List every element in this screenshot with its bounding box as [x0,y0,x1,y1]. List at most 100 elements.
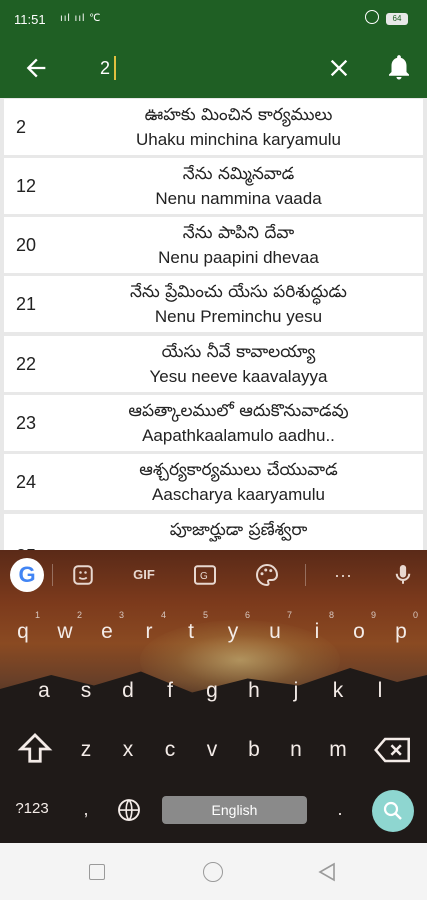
nav-back-icon[interactable] [318,862,336,882]
search-input[interactable] [100,53,300,83]
key-m[interactable]: m [317,726,359,774]
song-title-telugu: ఊహకు మించిన కార్యములు [144,105,333,125]
list-item[interactable]: 20 నేను పాపిని దేవా Nenu paapini dhevaa [4,217,423,273]
song-title-english: Nenu Preminchu yesu [154,307,323,326]
comma-key[interactable]: , [68,785,104,833]
list-item[interactable]: 22 యేసు నీవే కావాలయ్యా Yesu neeve kaaval… [4,336,423,392]
list-item[interactable]: 23 ఆపత్కాలములో ఆదుకొనువాడవు Aapathkaalam… [4,395,423,451]
key-q[interactable]: q1 [2,608,44,656]
key-label: w [57,620,73,643]
soft-keyboard: G GIF G ··· q1 w2 e 3 r 4 t 5 y 6 u 7 i … [0,550,427,843]
key-n[interactable]: n [275,726,317,774]
translate-icon[interactable]: G [190,560,220,590]
palette-icon[interactable] [252,560,282,590]
key-label: o [353,620,365,643]
keyboard-toolbar: G GIF G ··· [0,550,427,600]
key-r[interactable]: r4 [128,608,170,656]
key-p[interactable]: p0 [380,608,422,656]
key-hint: 7 [286,610,292,620]
google-logo-icon[interactable]: G [10,558,44,592]
symbols-key[interactable]: ?123 [4,785,60,833]
key-s[interactable]: s [65,667,107,715]
key-j[interactable]: j [275,667,317,715]
song-title-telugu: యేసు నీవే కావాలయ్యా [161,342,316,362]
key-i[interactable]: i8 [296,608,338,656]
gif-button[interactable]: GIF [124,560,164,590]
song-title-telugu: నేను పాపిని దేవా [182,223,295,243]
keyboard-search-button[interactable] [372,790,414,832]
shift-icon[interactable] [14,728,56,770]
status-time: 11:51 [14,12,46,27]
key-label: p [395,620,407,643]
system-nav-bar [0,843,427,900]
list-item[interactable]: 2 ఊహకు మించిన కార్యములు Uhaku minchina k… [4,99,423,155]
app-bar [0,40,427,98]
song-title-telugu: నేను ప్రేమించు యేసు పరిశుద్ధుడు [130,282,347,302]
globe-icon[interactable] [114,795,144,825]
list-item[interactable]: 24 ఆశ్చర్యకార్యములు చేయువాడ Aascharya ka… [4,454,423,510]
song-title-telugu: నేను నమ్మినవాడ [182,164,295,184]
key-b[interactable]: b [233,726,275,774]
song-title-english: Aascharya kaaryamulu [152,485,325,504]
key-hint: 4 [160,610,166,620]
toolbar-divider [52,564,53,586]
song-number: 24 [16,472,37,492]
key-c[interactable]: c [149,726,191,774]
song-title-english: Aapathkaalamulo aadhu.. [142,426,335,445]
text-cursor [114,56,116,80]
clear-icon[interactable] [325,54,353,82]
signal-icon: ııl ııl ℃ [60,13,102,24]
key-label: r [145,620,153,643]
period-key[interactable]: . [322,785,358,833]
more-options-button[interactable]: ··· [328,560,358,590]
recents-icon[interactable] [89,864,105,880]
key-f[interactable]: f [149,667,191,715]
key-hint: 9 [370,610,376,620]
key-label: e [101,620,113,643]
backspace-icon[interactable] [371,730,415,770]
list-item[interactable]: 21 నేను ప్రేమించు యేసు పరిశుద్ధుడు Nenu … [4,276,423,332]
alarm-icon [365,10,379,24]
space-bar[interactable]: English [162,796,307,824]
list-item[interactable]: 12 నేను నమ్మినవాడ Nenu nammina vaada [4,158,423,214]
key-label: y [227,620,239,643]
microphone-icon[interactable] [388,560,418,590]
key-e[interactable]: e3 [86,608,128,656]
song-title-english: Nenu nammina vaada [155,189,322,208]
key-z[interactable]: z [65,726,107,774]
key-h[interactable]: h [233,667,275,715]
key-hint: 2 [76,610,82,620]
key-y[interactable]: y6 [212,608,254,656]
key-label: q [17,620,29,643]
key-w[interactable]: w2 [44,608,86,656]
song-title-telugu: ఆపత్కాలములో ఆదుకొనువాడవు [128,401,349,421]
song-number: 22 [16,354,37,374]
song-number: 2 [16,117,27,137]
key-hint: 6 [244,610,250,620]
key-l[interactable]: l [359,667,401,715]
back-arrow-icon[interactable] [22,54,50,82]
song-number: 20 [16,235,37,255]
key-k[interactable]: k [317,667,359,715]
key-u[interactable]: u7 [254,608,296,656]
bell-icon[interactable] [384,52,414,82]
key-label: u [269,620,281,643]
key-label: i [314,620,320,643]
song-list: 2 ఊహకు మించిన కార్యములు Uhaku minchina k… [0,98,427,550]
status-bar: 11:51 ııl ııl ℃ 64 [0,0,427,40]
key-x[interactable]: x [107,726,149,774]
list-item[interactable]: 25 పూజార్హుడా ప్రణేశ్వరా [4,514,423,550]
key-d[interactable]: d [107,667,149,715]
song-title-english: Nenu paapini dhevaa [158,248,319,267]
song-number: 23 [16,413,37,433]
battery-icon: 64 [386,13,408,25]
key-v[interactable]: v [191,726,233,774]
home-icon[interactable] [203,862,223,882]
key-hint: 3 [118,610,124,620]
key-hint: 8 [328,610,334,620]
key-g[interactable]: g [191,667,233,715]
key-o[interactable]: o9 [338,608,380,656]
sticker-icon[interactable] [68,560,98,590]
key-t[interactable]: t5 [170,608,212,656]
key-a[interactable]: a [23,667,65,715]
